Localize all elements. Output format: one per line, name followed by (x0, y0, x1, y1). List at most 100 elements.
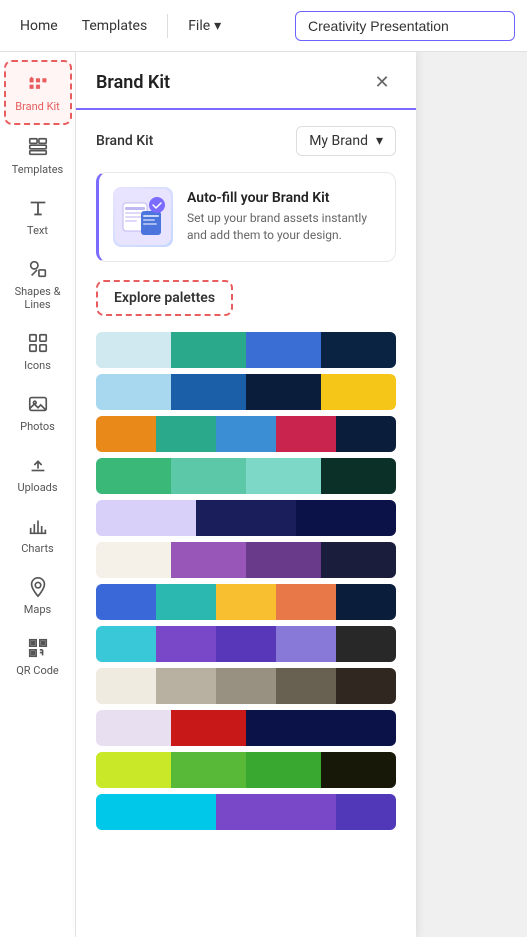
palette-row-2[interactable] (96, 416, 396, 452)
palette-swatch (171, 374, 246, 410)
palette-swatch (336, 668, 396, 704)
palette-swatch (276, 626, 336, 662)
palette-swatch (246, 374, 321, 410)
palette-row-8[interactable] (96, 668, 396, 704)
sidebar-item-charts[interactable]: Charts (4, 504, 72, 565)
brand-kit-selector-row: Brand Kit My Brand ▾ (96, 126, 396, 156)
palette-row-9[interactable] (96, 710, 396, 746)
palette-swatch (96, 584, 156, 620)
file-menu-button[interactable]: File ▾ (180, 12, 229, 40)
palette-swatch (96, 794, 216, 830)
panel-header: Brand Kit ✕ (76, 52, 416, 110)
palette-swatch (246, 710, 321, 746)
palette-swatch (246, 752, 321, 788)
palette-swatch (156, 626, 216, 662)
palette-swatch (321, 332, 396, 368)
presentation-title-input[interactable] (295, 11, 515, 41)
sidebar-item-label: Uploads (17, 481, 57, 494)
autofill-description: Set up your brand assets instantly and a… (187, 210, 381, 244)
brand-kit-chevron-icon: ▾ (376, 133, 383, 149)
sidebar-item-label: Templates (12, 163, 63, 176)
sidebar-item-qr-code[interactable]: QR Code (4, 626, 72, 687)
palette-swatch (321, 542, 396, 578)
palette-row-6[interactable] (96, 584, 396, 620)
palette-swatch (216, 626, 276, 662)
sidebar-item-label: Charts (21, 542, 53, 555)
templates-nav-link[interactable]: Templates (74, 12, 156, 40)
palette-swatch (296, 500, 396, 536)
palette-swatch (96, 500, 196, 536)
palette-swatch (336, 794, 396, 830)
brand-kit-dropdown[interactable]: My Brand ▾ (296, 126, 396, 156)
autofill-illustration (113, 187, 173, 247)
sidebar-item-templates[interactable]: Templates (4, 125, 72, 186)
maps-icon (26, 575, 50, 599)
sidebar-item-brand-kit[interactable]: Brand Kit (4, 60, 72, 125)
autofill-title: Auto-fill your Brand Kit (187, 190, 381, 206)
palette-swatch (156, 416, 216, 452)
palette-swatch (171, 542, 246, 578)
palette-row-1[interactable] (96, 374, 396, 410)
panel-title: Brand Kit (96, 72, 170, 93)
palette-swatch (246, 542, 321, 578)
palette-swatch (321, 710, 396, 746)
palette-swatch (96, 626, 156, 662)
palette-swatch (276, 416, 336, 452)
sidebar-item-label: Photos (20, 420, 55, 433)
brand-kit-panel: Brand Kit ✕ Brand Kit My Brand ▾ (76, 52, 416, 937)
sidebar-item-text[interactable]: Text (4, 186, 72, 247)
palette-swatch (246, 458, 321, 494)
palette-swatch (96, 332, 171, 368)
palette-swatch (336, 416, 396, 452)
palette-swatch (96, 752, 171, 788)
palette-row-7[interactable] (96, 626, 396, 662)
shapes-lines-icon (26, 257, 50, 281)
palette-swatch (171, 752, 246, 788)
palette-row-0[interactable] (96, 332, 396, 368)
autofill-card[interactable]: Auto-fill your Brand Kit Set up your bra… (96, 172, 396, 262)
palette-row-10[interactable] (96, 752, 396, 788)
sidebar-item-shapes-lines[interactable]: Shapes & Lines (4, 247, 72, 321)
sidebar-item-photos[interactable]: Photos (4, 382, 72, 443)
palette-swatch (96, 542, 171, 578)
home-nav-link[interactable]: Home (12, 12, 66, 40)
palette-swatch (321, 458, 396, 494)
explore-palettes-button[interactable]: Explore palettes (96, 280, 233, 316)
palette-swatch (216, 416, 276, 452)
palette-swatch (276, 668, 336, 704)
nav-divider (167, 14, 168, 38)
palette-swatch (246, 332, 321, 368)
sidebar-item-label: Maps (24, 603, 51, 616)
brand-kit-selected-value: My Brand (309, 133, 368, 149)
palette-swatch (156, 668, 216, 704)
close-panel-button[interactable]: ✕ (368, 68, 396, 96)
photos-icon (26, 392, 50, 416)
palette-swatch (276, 584, 336, 620)
palette-swatch (171, 710, 246, 746)
palette-row-4[interactable] (96, 500, 396, 536)
palette-swatch (216, 794, 336, 830)
sidebar-item-icons[interactable]: Icons (4, 321, 72, 382)
palette-swatch (196, 500, 296, 536)
brand-kit-field-label: Brand Kit (96, 133, 153, 149)
sidebar-item-label: Icons (24, 359, 51, 372)
panel-content: Brand Kit My Brand ▾ (76, 110, 416, 937)
sidebar-item-uploads[interactable]: Uploads (4, 443, 72, 504)
palette-swatch (96, 416, 156, 452)
icons-icon (26, 331, 50, 355)
palette-swatch (336, 626, 396, 662)
sidebar-item-label: Shapes & Lines (8, 285, 68, 311)
palette-row-3[interactable] (96, 458, 396, 494)
palette-row-5[interactable] (96, 542, 396, 578)
sidebar: Brand Kit Templates Text (0, 52, 76, 937)
palette-swatch (96, 458, 171, 494)
file-label: File (188, 18, 210, 34)
sidebar-item-label: Text (27, 224, 48, 237)
palette-swatch (336, 584, 396, 620)
palette-swatch (321, 374, 396, 410)
sidebar-item-maps[interactable]: Maps (4, 565, 72, 626)
palette-row-last[interactable] (96, 794, 396, 830)
charts-icon (26, 514, 50, 538)
text-icon (26, 196, 50, 220)
palette-swatch (216, 584, 276, 620)
